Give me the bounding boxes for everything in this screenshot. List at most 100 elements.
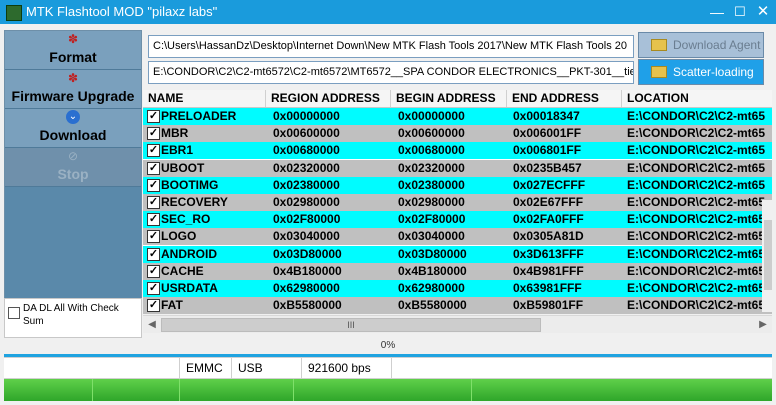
cell-region: 0x02320000: [273, 160, 340, 175]
row-checkbox[interactable]: ✓: [147, 196, 160, 209]
table-row[interactable]: ✓ LOGO 0x03040000 0x03040000 0x0305A81D E:\CO…: [143, 228, 772, 246]
stop-button[interactable]: ⊘ Stop: [5, 148, 141, 187]
close-button[interactable]: ✕: [754, 3, 772, 21]
table-row[interactable]: ✓ CACHE 0x4B180000 0x4B180000 0x4B981FFF E:\C…: [143, 262, 772, 280]
cell-region: 0x00600000: [273, 126, 340, 141]
folder-icon: [651, 39, 667, 51]
row-checkbox[interactable]: ✓: [147, 144, 160, 158]
da-checksum-option[interactable]: DA DL All With Check Sum: [4, 298, 142, 338]
cell-region: 0x03040000: [273, 229, 340, 244]
cell-location: E:\CONDOR\C2\C2-mt65: [627, 143, 766, 158]
status-blank: [4, 358, 180, 378]
cell-end: 0x63981FFF: [513, 281, 582, 295]
cell-begin: 0x02980000: [398, 195, 465, 209]
horizontal-scroll-thumb[interactable]: III: [161, 318, 541, 332]
status-bar-divider: [471, 379, 472, 401]
cell-name: EBR1: [161, 143, 194, 158]
stop-icon: ⊘: [67, 149, 79, 163]
vertical-scrollbar[interactable]: [762, 200, 774, 312]
stop-label: Stop: [57, 166, 89, 182]
format-label: Format: [49, 49, 97, 65]
cell-begin: 0x4B180000: [398, 263, 467, 278]
download-agent-button[interactable]: Download Agent: [638, 32, 764, 58]
cell-name: LOGO: [161, 229, 197, 244]
cell-end: 0xB59801FF: [513, 298, 584, 313]
row-checkbox[interactable]: ✓: [147, 264, 160, 278]
row-checkbox[interactable]: ✓: [147, 299, 160, 313]
table-row[interactable]: ✓ BOOTIMG 0x02380000 0x02380000 0x027ECFFF E:…: [143, 176, 772, 194]
column-header-name[interactable]: NAME: [143, 90, 266, 107]
status-bar: EMMC USB 921600 bps: [4, 357, 772, 379]
row-checkbox[interactable]: ✓: [147, 110, 160, 123]
cell-region: 0x02980000: [273, 195, 340, 209]
cell-end: 0x02FA0FFF: [513, 212, 584, 227]
cell-region: 0x02380000: [273, 177, 340, 192]
row-checkbox[interactable]: ✓: [147, 178, 160, 192]
cell-location: E:\CONDOR\C2\C2-mt65: [627, 281, 766, 295]
cell-begin: 0x02F80000: [398, 212, 466, 227]
cell-region: 0x62980000: [273, 281, 340, 295]
horizontal-scrollbar[interactable]: ◀ III ▶: [143, 315, 772, 333]
cell-name: CACHE: [161, 263, 204, 278]
cell-name: UBOOT: [161, 160, 205, 175]
cell-location: E:\CONDOR\C2\C2-mt65: [627, 246, 766, 261]
row-checkbox[interactable]: ✓: [147, 213, 160, 227]
table-row[interactable]: ✓ MBR 0x00600000 0x00600000 0x006001FF E:\CON…: [143, 125, 772, 143]
vertical-scroll-thumb[interactable]: [764, 220, 772, 290]
cell-begin: 0x02320000: [398, 160, 465, 175]
cell-name: BOOTIMG: [161, 177, 219, 192]
cell-region: 0x00000000: [273, 109, 340, 123]
scroll-right-icon[interactable]: ▶: [755, 317, 771, 332]
row-checkbox[interactable]: ✓: [147, 247, 160, 261]
maximize-button[interactable]: ☐: [731, 3, 749, 21]
table-row[interactable]: ✓ USRDATA 0x62980000 0x62980000 0x63981FFF E:…: [143, 280, 772, 297]
table-row[interactable]: ✓ PRELOADER 0x00000000 0x00000000 0x00018347…: [143, 108, 772, 125]
da-checksum-label: DA DL All With Check Sum: [23, 303, 119, 327]
column-header-begin[interactable]: BEGIN ADDRESS: [391, 90, 507, 107]
table-row[interactable]: ✓ FAT 0xB5580000 0xB5580000 0xB59801FF E:\CON…: [143, 297, 772, 314]
cell-name: MBR: [161, 126, 189, 141]
minimize-button[interactable]: —: [708, 3, 726, 21]
scatter-loading-label: Scatter-loading: [673, 65, 754, 79]
status-extra: [392, 358, 772, 378]
column-header-region[interactable]: REGION ADDRESS: [266, 90, 391, 107]
cell-begin: 0x00600000: [398, 126, 465, 141]
row-checkbox[interactable]: ✓: [147, 282, 160, 295]
cell-end: 0x3D613FFF: [513, 246, 584, 261]
cell-region: 0x03D80000: [273, 246, 342, 261]
download-agent-path-field[interactable]: C:\Users\HassanDz\Desktop\Internet Down\…: [148, 35, 634, 58]
table-header: NAME REGION ADDRESS BEGIN ADDRESS END AD…: [143, 90, 772, 108]
table-row[interactable]: ✓ RECOVERY 0x02980000 0x02980000 0x02E67FFF E…: [143, 194, 772, 211]
table-row[interactable]: ✓ EBR1 0x00680000 0x00680000 0x006801FF E:\CO…: [143, 142, 772, 160]
cell-begin: 0x03D80000: [398, 246, 467, 261]
cell-begin: 0xB5580000: [398, 298, 467, 313]
cell-end: 0x006001FF: [513, 126, 582, 141]
cell-location: E:\CONDOR\C2\C2-mt65: [627, 212, 766, 227]
cell-location: E:\CONDOR\C2\C2-mt65: [627, 263, 766, 278]
da-checksum-checkbox[interactable]: [8, 307, 20, 319]
cell-location: E:\CONDOR\C2\C2-mt65: [627, 160, 766, 175]
cell-name: PRELOADER: [161, 109, 237, 123]
table-row[interactable]: ✓ ANDROID 0x03D80000 0x03D80000 0x3D613FFF E:…: [143, 245, 772, 263]
scroll-left-icon[interactable]: ◀: [144, 317, 160, 332]
scatter-loading-button[interactable]: Scatter-loading: [638, 59, 764, 85]
cell-region: 0x00680000: [273, 143, 340, 158]
row-checkbox[interactable]: ✓: [147, 127, 160, 141]
firmware-upgrade-button[interactable]: ✽ Firmware Upgrade: [5, 70, 141, 109]
firmware-upgrade-icon: ✽: [67, 71, 79, 85]
cell-name: USRDATA: [161, 281, 218, 295]
cell-end: 0x02E67FFF: [513, 195, 584, 209]
format-button[interactable]: ✽ Format: [5, 31, 141, 70]
download-icon: ⌄: [66, 110, 80, 124]
table-row[interactable]: ✓ UBOOT 0x02320000 0x02320000 0x0235B457 E:\C…: [143, 159, 772, 177]
cell-end: 0x0235B457: [513, 160, 582, 175]
connection-status-bar: [4, 379, 772, 401]
download-button[interactable]: ⌄ Download: [5, 109, 141, 148]
column-header-location[interactable]: LOCATION: [622, 90, 772, 107]
row-checkbox[interactable]: ✓: [147, 230, 160, 244]
scatter-path-field[interactable]: E:\CONDOR\C2\C2-mt6572\C2-mt6572\MT6572_…: [148, 61, 634, 84]
column-header-end[interactable]: END ADDRESS: [507, 90, 622, 107]
row-checkbox[interactable]: ✓: [147, 161, 160, 175]
table-row[interactable]: ✓ SEC_RO 0x02F80000 0x02F80000 0x02FA0FFF E:\…: [143, 211, 772, 229]
cell-name: SEC_RO: [161, 212, 211, 227]
